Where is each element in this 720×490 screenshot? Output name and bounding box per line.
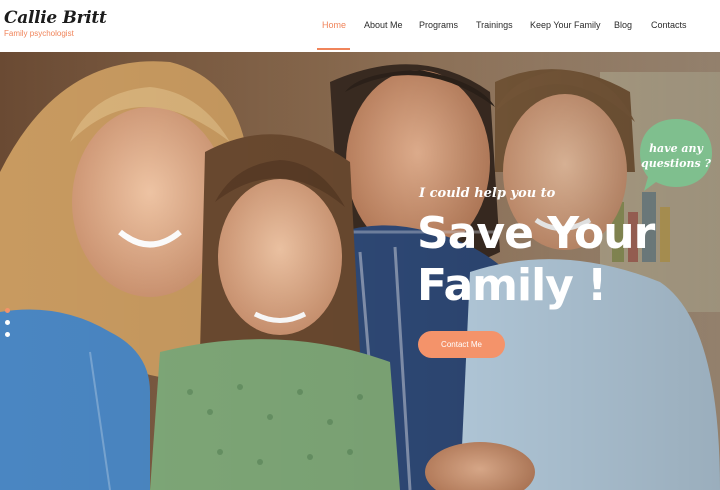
logo[interactable]: Callie Britt Family psychologist xyxy=(4,8,107,39)
site-header: Callie Britt Family psychologist Home Ab… xyxy=(0,0,720,52)
hero-title-line1: Save Your xyxy=(417,208,655,259)
nav-item-contacts[interactable]: Contacts xyxy=(651,20,687,30)
hero-section: have any questions ? I could help you to… xyxy=(0,52,720,490)
logo-tagline: Family psychologist xyxy=(4,29,74,38)
nav-item-keep-your-family[interactable]: Keep Your Family xyxy=(530,20,601,30)
bubble-line2: questions ? xyxy=(641,157,711,170)
hero-title: Save Your Family ! xyxy=(417,208,707,312)
nav-active-indicator xyxy=(317,48,350,50)
bubble-line1: have any xyxy=(649,142,703,155)
hero-title-line2: Family ! xyxy=(417,260,607,311)
nav-item-about-me[interactable]: About Me xyxy=(364,20,403,30)
slider-dot[interactable] xyxy=(5,320,10,325)
slider-dot[interactable] xyxy=(5,308,10,313)
nav-item-home[interactable]: Home xyxy=(322,20,346,30)
slider-dots xyxy=(5,308,10,344)
slider-dot[interactable] xyxy=(5,332,10,337)
nav-item-trainings[interactable]: Trainings xyxy=(476,20,513,30)
contact-me-button[interactable]: Contact Me xyxy=(418,331,505,358)
hero-subtitle: I could help you to xyxy=(419,186,556,201)
nav-item-blog[interactable]: Blog xyxy=(614,20,632,30)
nav-item-programs[interactable]: Programs xyxy=(419,20,458,30)
logo-name: Callie Britt xyxy=(4,8,107,28)
questions-bubble[interactable]: have any questions ? xyxy=(638,117,714,193)
bubble-text: have any questions ? xyxy=(638,141,714,171)
